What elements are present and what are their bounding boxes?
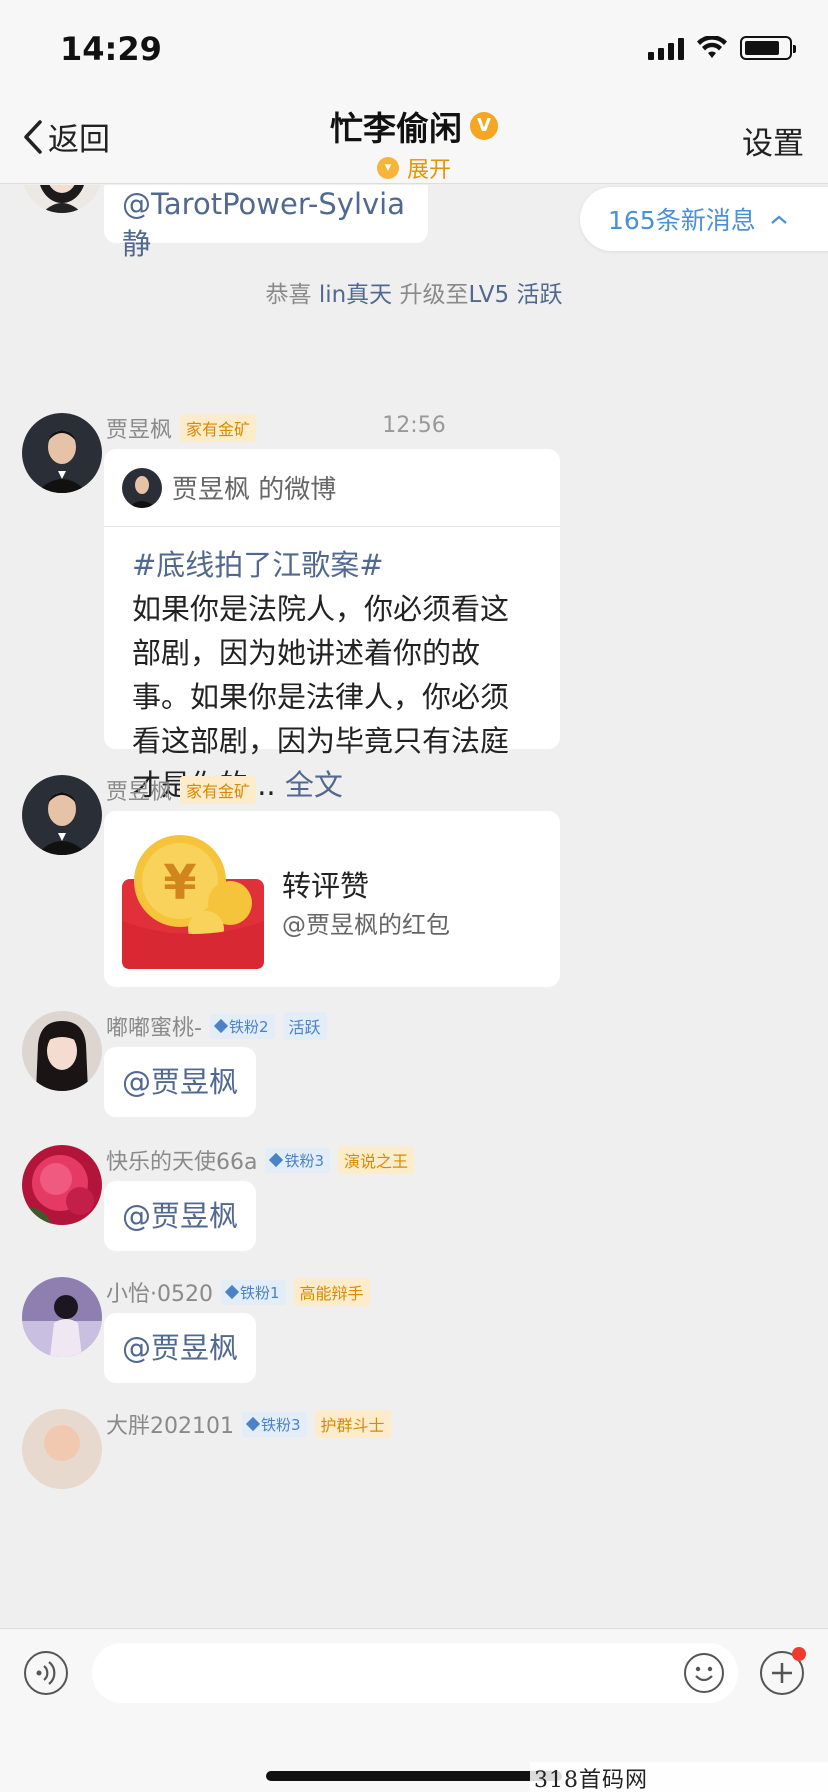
home-indicator[interactable] bbox=[266, 1771, 562, 1781]
verified-badge-icon: V bbox=[470, 112, 498, 140]
message-input[interactable] bbox=[92, 1643, 738, 1703]
red-packet-title: 转评赞 bbox=[282, 869, 370, 903]
sender-name[interactable]: 嘟嘟蜜桃- bbox=[106, 1010, 202, 1042]
system-notice: 恭喜 lin真天 升级至LV5 活跃 bbox=[265, 282, 563, 308]
smiley-icon bbox=[695, 1666, 713, 1682]
mention-text[interactable]: @贾昱枫 bbox=[122, 1065, 238, 1099]
wifi-icon bbox=[697, 36, 727, 58]
fan-badge: 铁粉1 bbox=[220, 1279, 286, 1305]
role-badge: 演说之王 bbox=[338, 1146, 415, 1174]
settings-button[interactable]: 设置 bbox=[742, 118, 804, 163]
sender-row: 嘟嘟蜜桃- 铁粉2 活跃 bbox=[106, 1011, 327, 1041]
role-badge: 高能辩手 bbox=[293, 1278, 370, 1306]
fan-badge: 铁粉3 bbox=[241, 1411, 307, 1437]
sender-name[interactable]: 快乐的天使66a bbox=[106, 1144, 257, 1176]
message-bubble[interactable]: @TarotPower-Sylvia静 bbox=[104, 185, 428, 261]
member-badge: 家有金矿 bbox=[180, 414, 257, 442]
watermark: 318首码网 www.E318.com bbox=[530, 1762, 828, 1792]
fan-badge: 铁粉3 bbox=[265, 1147, 331, 1173]
voice-button[interactable] bbox=[24, 1651, 68, 1695]
avatar[interactable] bbox=[22, 1409, 102, 1489]
nav-bar: 返回 忙李偷闲 V ▾ 展开 设置 bbox=[0, 96, 828, 184]
role-badge: 活跃 bbox=[282, 1012, 327, 1040]
status-time: 14:29 bbox=[60, 30, 162, 68]
new-messages-button[interactable]: 165条新消息 bbox=[580, 187, 828, 251]
sender-row: 贾昱枫 家有金矿 bbox=[106, 412, 257, 444]
member-badge: 家有金矿 bbox=[180, 776, 257, 804]
emoji-button[interactable] bbox=[684, 1653, 724, 1693]
avatar[interactable] bbox=[22, 1145, 102, 1225]
avatar[interactable] bbox=[22, 1277, 102, 1357]
avatar[interactable] bbox=[22, 1011, 102, 1091]
mention-text[interactable]: @贾昱枫 bbox=[122, 1199, 238, 1233]
sender-row: 小怡·0520 铁粉1 高能辩手 bbox=[106, 1277, 370, 1307]
mention-text[interactable]: @贾昱枫 bbox=[122, 1331, 238, 1365]
red-packet-icon: ¥ bbox=[122, 835, 264, 969]
weibo-card-body: #底线拍了江歌案# 如果你是法院人，你必须看这部剧，因为她讲述着你的故事。如果你… bbox=[104, 527, 560, 807]
red-packet-card[interactable]: ¥ 转评赞 @贾昱枫的红包 bbox=[104, 811, 560, 987]
svg-text:¥: ¥ bbox=[163, 855, 196, 911]
notification-dot bbox=[792, 1647, 806, 1661]
role-badge: 护群斗士 bbox=[314, 1410, 391, 1438]
new-messages-label: 165条新消息 bbox=[608, 206, 756, 235]
sender-name[interactable]: 小怡·0520 bbox=[106, 1276, 213, 1308]
chevron-down-icon: ▾ bbox=[376, 157, 399, 179]
nav-title-area[interactable]: 忙李偷闲 V ▾ 展开 bbox=[0, 102, 828, 184]
diamond-icon bbox=[245, 1416, 261, 1432]
weibo-share-card[interactable]: 贾昱枫 的微博 #底线拍了江歌案# 如果你是法院人，你必须看这部剧，因为她讲述着… bbox=[104, 449, 560, 802]
battery-icon bbox=[740, 36, 796, 60]
sender-row: 大胖202101 铁粉3 护群斗士 bbox=[106, 1409, 391, 1439]
more-button[interactable] bbox=[760, 1647, 806, 1695]
notice-user-link[interactable]: lin真天 bbox=[319, 282, 392, 308]
sender-row: 快乐的天使66a 铁粉3 演说之王 bbox=[106, 1144, 415, 1176]
diamond-icon bbox=[224, 1284, 240, 1300]
notice-status: 活跃 bbox=[516, 282, 563, 308]
chat-area[interactable]: @TarotPower-Sylvia静 165条新消息 恭喜 lin真天 升级至… bbox=[0, 185, 828, 1628]
sender-name[interactable]: 贾昱枫 bbox=[106, 412, 172, 444]
message-bubble[interactable]: @贾昱枫 bbox=[104, 1047, 256, 1117]
status-bar: 14:29 bbox=[0, 0, 828, 96]
sender-row: 贾昱枫 家有金矿 bbox=[106, 774, 257, 806]
weibo-card-header: 贾昱枫 的微博 bbox=[104, 449, 560, 527]
expand-button[interactable]: ▾ 展开 bbox=[376, 152, 451, 184]
weibo-card-title: 贾昱枫 的微博 bbox=[172, 475, 337, 505]
red-packet-subtitle: @贾昱枫的红包 bbox=[282, 911, 450, 939]
fan-badge: 铁粉2 bbox=[209, 1013, 275, 1039]
double-chevron-up-icon bbox=[771, 215, 787, 224]
message-bubble[interactable]: @贾昱枫 bbox=[104, 1181, 256, 1251]
sender-name[interactable]: 贾昱枫 bbox=[106, 774, 172, 806]
mention-text[interactable]: @TarotPower-Sylvia静 bbox=[122, 187, 405, 261]
chat-title: 忙李偷闲 V bbox=[330, 102, 498, 150]
avatar[interactable] bbox=[22, 413, 102, 493]
notice-level: LV5 bbox=[468, 282, 510, 308]
group-name: 忙李偷闲 bbox=[330, 109, 462, 148]
avatar[interactable] bbox=[22, 185, 102, 213]
weibo-card-avatar bbox=[122, 467, 162, 508]
avatar[interactable] bbox=[22, 775, 102, 855]
status-icons bbox=[648, 36, 796, 60]
message-bubble[interactable]: @贾昱枫 bbox=[104, 1313, 256, 1383]
weibo-hashtag[interactable]: #底线拍了江歌案# bbox=[132, 543, 532, 587]
full-text-link[interactable]: 全文 bbox=[276, 768, 343, 802]
expand-label: 展开 bbox=[406, 158, 451, 183]
diamond-icon bbox=[269, 1152, 284, 1168]
voice-icon bbox=[36, 1661, 56, 1685]
cellular-signal-icon bbox=[648, 36, 684, 60]
sender-name[interactable]: 大胖202101 bbox=[106, 1408, 234, 1440]
diamond-icon bbox=[213, 1018, 229, 1034]
